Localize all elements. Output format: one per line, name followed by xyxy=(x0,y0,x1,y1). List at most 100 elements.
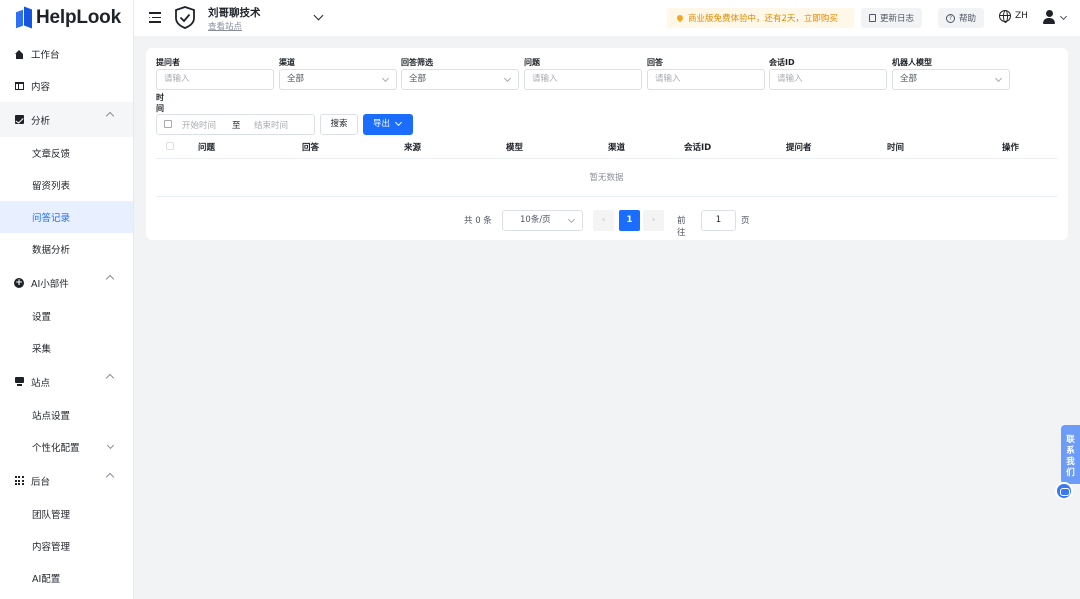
page-size-select[interactable]: 10条/页 xyxy=(502,210,583,231)
promo-text: 商业版免费体验中，还有2天，立即购买 xyxy=(688,14,838,24)
goto-label: 前往 xyxy=(677,216,686,238)
sidebar-item-site-settings[interactable]: 站点设置 xyxy=(0,399,133,431)
time-range-picker[interactable]: 开始时间 至 结束时间 xyxy=(156,114,315,135)
answer-filter-select[interactable]: 全部 xyxy=(401,69,519,90)
filter-label: 机器人模型 xyxy=(892,58,932,67)
total-count: 共 0 条 xyxy=(464,216,492,226)
sidebar-item-ai-config[interactable]: AI配置 xyxy=(0,562,133,594)
column-header: 模型 xyxy=(506,143,524,153)
answer-input[interactable]: 请输入 xyxy=(647,69,765,90)
filter-question: 问题 请输入 xyxy=(524,57,642,90)
sidebar-item-workbench[interactable]: 工作台 xyxy=(0,38,133,70)
asker-input[interactable]: 请输入 xyxy=(156,69,274,90)
export-label: 导出 xyxy=(373,119,391,129)
changelog-button[interactable]: 更新日志 xyxy=(861,8,923,28)
chevron-down-icon xyxy=(106,441,115,450)
end-time-input[interactable]: 结束时间 xyxy=(254,119,288,131)
filter-label: 提问者 xyxy=(156,58,180,67)
chevron-down-icon[interactable] xyxy=(1059,12,1068,21)
contact-char: 我 xyxy=(1066,457,1075,467)
filter-bot-model: 机器人模型 全部 xyxy=(892,57,1010,90)
sidebar-group-backend[interactable]: 后台 xyxy=(0,463,133,498)
language-label: ZH xyxy=(1015,11,1028,21)
page-number-current[interactable]: 1 xyxy=(619,210,640,231)
export-button[interactable]: 导出 xyxy=(363,114,413,135)
sidebar-group-analysis[interactable]: 分析 xyxy=(0,102,133,137)
sidebar-item-label: AI配置 xyxy=(32,574,61,585)
sidebar-item-label: 个性化配置 xyxy=(32,443,80,454)
help-button[interactable]: ? 帮助 xyxy=(938,8,985,28)
shield-check-icon xyxy=(175,6,195,29)
filter-label: 会话ID xyxy=(769,58,795,67)
empty-state: 暂无数据 xyxy=(156,159,1057,197)
sidebar-item-content-manage[interactable]: 内容管理 xyxy=(0,530,133,562)
select-value: 全部 xyxy=(287,74,305,84)
sidebar-item-collect[interactable]: 采集 xyxy=(0,332,133,364)
chevron-down-icon xyxy=(994,74,1003,83)
chevron-down-icon[interactable] xyxy=(313,10,324,21)
sidebar-item-label: 内容 xyxy=(31,82,51,93)
sidebar-item-label: 分析 xyxy=(31,115,51,127)
helplook-logo-icon xyxy=(16,6,32,29)
filter-label: 问题 xyxy=(524,58,540,67)
collapse-menu-icon[interactable] xyxy=(149,12,161,23)
sidebar-item-team[interactable]: 团队管理 xyxy=(0,498,133,530)
chevron-down-icon xyxy=(503,74,512,83)
help-label: 帮助 xyxy=(959,14,977,24)
select-all-checkbox[interactable] xyxy=(166,142,174,150)
select-value: 全部 xyxy=(409,74,427,84)
chevron-up-icon xyxy=(105,111,115,121)
sidebar-item-personalization[interactable]: 个性化配置 xyxy=(0,431,133,463)
start-time-input[interactable]: 开始时间 xyxy=(182,119,216,131)
qa-table: 问题 回答 来源 模型 渠道 会话ID 提问者 时间 操作 暂无数据 xyxy=(156,134,1057,197)
session-id-input[interactable]: 请输入 xyxy=(769,69,887,90)
sidebar-item-data-analysis[interactable]: 数据分析 xyxy=(0,233,133,265)
sidebar-item-label: 团队管理 xyxy=(32,510,71,521)
trial-promo-banner[interactable]: 商业版免费体验中，还有2天，立即购买 xyxy=(667,8,854,28)
sidebar-group-site[interactable]: 站点 xyxy=(0,364,133,399)
filter-asker: 提问者 请输入 xyxy=(156,57,274,90)
filter-session-id: 会话ID 请输入 xyxy=(769,57,887,90)
column-header: 回答 xyxy=(302,143,320,153)
view-site-link[interactable]: 查看站点 xyxy=(208,20,242,32)
column-header: 会话ID xyxy=(684,143,712,153)
sidebar-item-label: 站点设置 xyxy=(32,411,71,422)
search-button[interactable]: 搜索 xyxy=(320,114,358,135)
contact-char: 们 xyxy=(1066,468,1075,478)
user-avatar-icon[interactable] xyxy=(1042,10,1056,24)
filter-label: 时间 xyxy=(156,93,164,113)
sidebar-group-ai-widget[interactable]: + AI小部件 xyxy=(0,265,133,300)
bot-model-select[interactable]: 全部 xyxy=(892,69,1010,90)
question-input[interactable]: 请输入 xyxy=(524,69,642,90)
chat-bubble-icon[interactable] xyxy=(1055,482,1073,500)
book-icon xyxy=(14,81,24,91)
sidebar-item-label: 工作台 xyxy=(31,50,60,61)
filter-label: 回答 xyxy=(647,58,663,67)
sidebar-item-qa-records[interactable]: 问答记录 xyxy=(0,201,133,233)
sidebar-item-settings[interactable]: 设置 xyxy=(0,300,133,332)
contact-us-tab[interactable]: 联 系 我 们 xyxy=(1061,425,1080,484)
sidebar: HelpLook 工作台 内容 分析 文章反馈 留资列表 问答记录 数据分析 +… xyxy=(0,0,134,599)
logo[interactable]: HelpLook xyxy=(0,0,133,36)
sidebar-item-label: 后台 xyxy=(31,476,51,488)
sidebar-item-label: AI小部件 xyxy=(31,278,69,290)
channel-select[interactable]: 全部 xyxy=(279,69,397,90)
top-header: 刘哥聊技术 查看站点 商业版免费体验中，还有2天，立即购买 更新日志 ? 帮助 … xyxy=(134,0,1080,36)
chart-icon xyxy=(14,115,24,125)
column-header: 渠道 xyxy=(608,143,626,153)
location-pin-icon xyxy=(675,13,685,22)
select-value: 全部 xyxy=(900,74,918,84)
language-switcher[interactable]: ZH xyxy=(999,10,1028,23)
changelog-label: 更新日志 xyxy=(880,14,915,24)
qa-records-panel: 提问者 请输入 渠道 全部 回答筛选 全部 问题 请输入 回答 请输入 会话ID… xyxy=(146,48,1068,240)
question-icon: ? xyxy=(946,13,955,23)
sidebar-item-article-feedback[interactable]: 文章反馈 xyxy=(0,137,133,169)
sidebar-item-leads-list[interactable]: 留资列表 xyxy=(0,169,133,201)
prev-page-button[interactable]: ‹ xyxy=(593,210,614,231)
sidebar-item-content[interactable]: 内容 xyxy=(0,70,133,102)
goto-page-input[interactable]: 1 xyxy=(701,210,736,231)
chevron-up-icon xyxy=(105,274,115,284)
globe-icon xyxy=(999,10,1011,23)
filter-answer-type: 回答筛选 全部 xyxy=(401,57,519,90)
next-page-button[interactable]: › xyxy=(643,210,664,231)
